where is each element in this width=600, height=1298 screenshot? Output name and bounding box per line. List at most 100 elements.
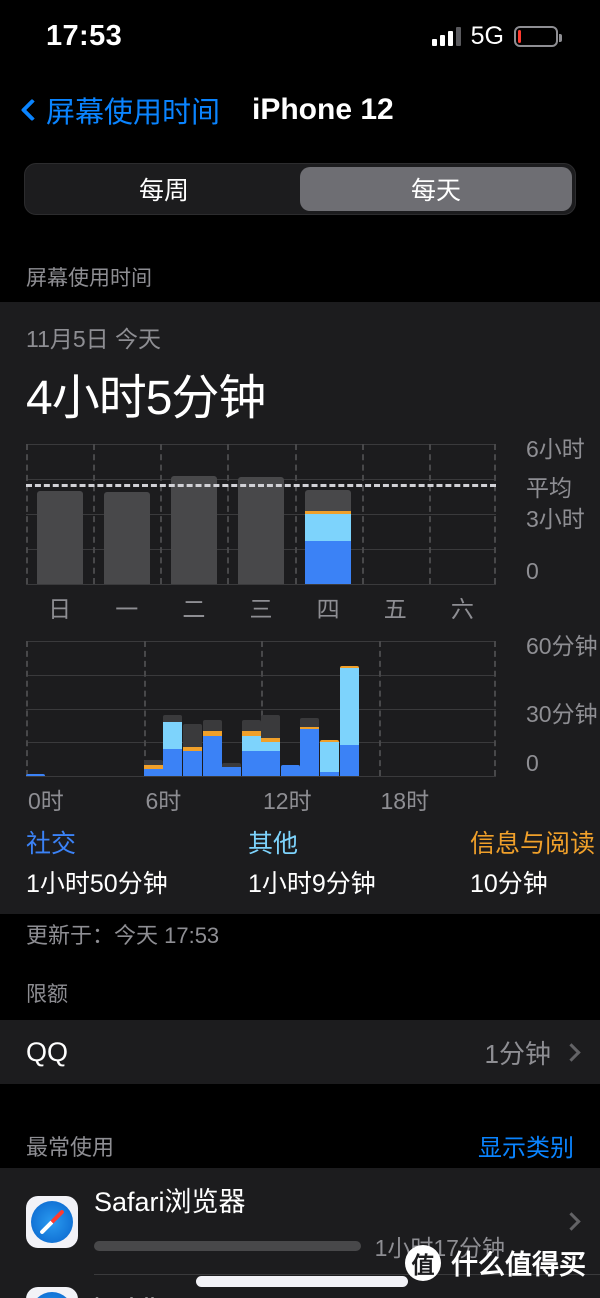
period-selector-wrap: 每周 每天 [0,143,600,215]
bar-segment [202,735,222,776]
card-total-time: 4小时5分钟 [26,372,266,425]
tab-weekly[interactable]: 每周 [28,167,300,211]
cellular-bars-icon [431,26,461,46]
hourly-bar[interactable] [202,719,222,776]
legend-category-value: 10分钟 [470,870,548,898]
usage-meter [196,1276,408,1287]
navigation-bar: 屏幕使用时间 iPhone 12 [0,78,600,142]
legend-category-value: 1小时50分钟 [26,870,168,898]
bar-segment [36,490,83,584]
hourly-bar[interactable] [261,715,281,776]
back-button-label: 屏幕使用时间 [46,97,221,129]
app-name: Safari浏览器 [94,1187,246,1217]
bar-segment [238,476,284,584]
weekly-axis-label: 日 [48,596,72,622]
hourly-ytick-60: 60分钟 [526,633,598,659]
hourly-axis-label: 6时 [145,788,182,814]
weekly-bar[interactable] [305,489,352,584]
bar-segment [103,491,150,584]
limit-row-qq[interactable]: QQ 1分钟 [0,1020,600,1084]
safari-icon [26,1195,78,1248]
hourly-bar[interactable] [222,762,242,776]
gridline [227,444,230,584]
bar-segment [261,715,281,738]
weekly-chart-plot [26,444,496,585]
weekly-axis-label: 四 [316,596,340,622]
bar-segment [241,751,261,776]
hourly-bar[interactable] [241,719,261,776]
legend-item: 其他 1小时9分钟 [248,824,470,900]
hourly-bar[interactable] [143,760,163,776]
bar-segment [261,751,281,776]
weekly-bar[interactable] [103,491,150,584]
status-bar-clock: 17:53 [46,19,123,52]
legend-category-name: 社交 [26,830,77,858]
limit-row-title: QQ [26,1036,69,1067]
hourly-chart[interactable]: 0时 6时 12时 18时 60分钟 30分钟 0 [26,633,598,816]
hourly-chart-xaxis: 0时 6时 12时 18时 [26,782,496,814]
page-title: iPhone 12 [252,93,394,126]
card-date: 11月5日 今天 [26,326,162,352]
hourly-bar[interactable] [300,717,320,776]
bar-segment [170,475,217,584]
legend-item: 信息与阅读 10分钟 [470,824,595,900]
updated-timestamp: 更新于：今天 17:53 [26,923,220,948]
bar-segment [163,722,183,749]
period-segmented-control[interactable]: 每周 每天 [24,163,576,215]
network-type-label: 5G [470,21,504,50]
gridline [143,641,146,776]
legend-item: 社交 1小时50分钟 [26,824,248,900]
weekly-axis-label: 六 [450,596,474,622]
bar-segment [26,774,46,776]
bar-segment [300,717,320,727]
hourly-bar[interactable] [280,764,300,776]
limit-row-value: 1分钟 [484,1038,551,1069]
tab-daily[interactable]: 每天 [300,167,572,211]
average-line [26,483,496,487]
bar-segment [182,751,202,776]
screen-time-screen: 17:53 5G 屏幕使用时间 iPhone 12 每周 每天 屏幕使用时间 1… [0,0,600,1298]
hourly-bar[interactable] [163,715,183,776]
weekly-ytick-6h: 6小时 [526,436,585,462]
weekly-bar[interactable] [170,475,217,584]
back-button[interactable]: 屏幕使用时间 [16,89,220,131]
bar-segment [241,735,261,752]
weekly-bar[interactable] [238,476,284,584]
hourly-bar[interactable] [26,774,46,776]
weekly-chart-xaxis: 日一二三四五六 [26,590,496,622]
gridline [26,584,496,585]
hourly-chart-plot [26,641,496,777]
bar-segment [320,771,340,776]
hourly-bar[interactable] [339,665,359,776]
screen-time-card: 11月5日 今天 4小时5分钟 日 一 二 三 四 五 六 6小时 平均 3小时 0 0时 6时 12… [0,302,600,914]
weekly-average-label: 平均 [526,474,572,501]
bar-segment [305,489,352,511]
hourly-axis-label: 18时 [380,788,430,814]
hourly-ytick-0: 0 [526,750,539,776]
gridline [26,444,28,584]
chevron-right-icon [562,1042,581,1062]
hourly-bar[interactable] [182,724,202,776]
weekly-bar[interactable] [36,490,83,584]
weekly-chart-yaxis: 6小时 平均 3小时 0 [526,436,600,619]
weekly-axis-label: 二 [182,596,206,622]
bar-segment [202,719,222,731]
bar-segment [320,742,340,772]
hourly-bar[interactable] [320,740,340,776]
legend-category-name: 信息与阅读 [470,830,596,858]
screen-time-section-label: 屏幕使用时间 [26,267,152,290]
bar-segment [143,769,163,776]
battery-low-icon [514,25,562,47]
watermark-badge: 值 [405,1244,441,1281]
bar-segment [261,742,281,752]
hourly-chart-yaxis: 60分钟 30分钟 0 [526,633,600,816]
show-categories-button[interactable]: 显示类别 [478,1128,574,1163]
weekly-chart[interactable]: 日 一 二 三 四 五 六 6小时 平均 3小时 0 [26,436,585,622]
bar-segment [163,749,183,776]
gridline [361,444,364,584]
status-bar: 17:53 5G [0,0,600,72]
gridline [160,444,163,584]
bar-segment [339,668,359,745]
hourly-ytick-30: 30分钟 [526,700,598,727]
chevron-right-icon [562,1212,581,1231]
